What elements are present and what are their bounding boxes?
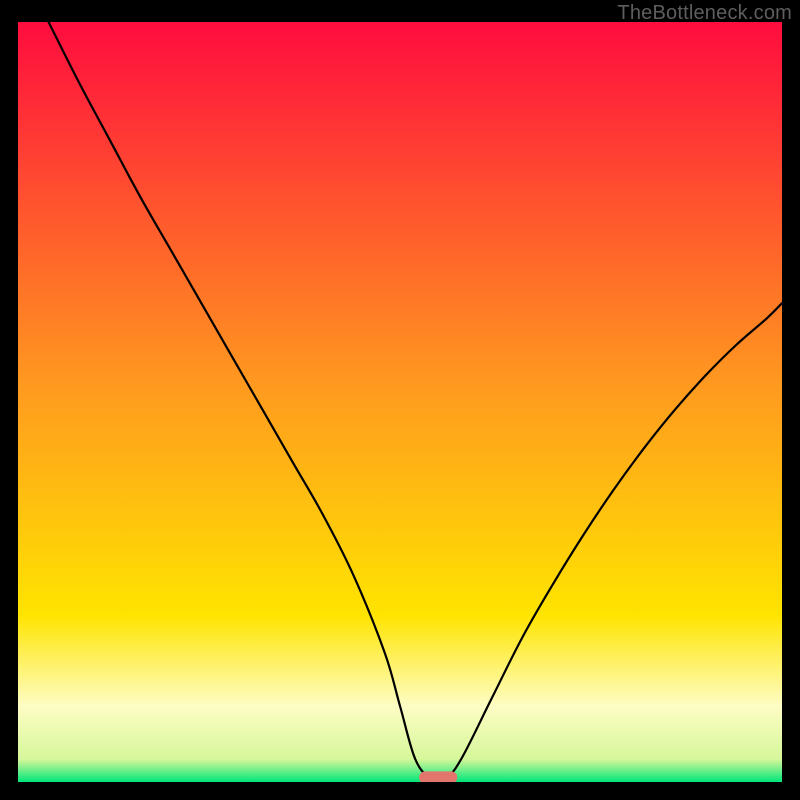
plot-area <box>18 22 782 782</box>
chart-frame: TheBottleneck.com <box>0 0 800 800</box>
watermark-text: TheBottleneck.com <box>617 2 792 25</box>
gradient-background <box>18 22 782 782</box>
optimum-marker <box>419 771 457 782</box>
bottleneck-chart <box>18 22 782 782</box>
